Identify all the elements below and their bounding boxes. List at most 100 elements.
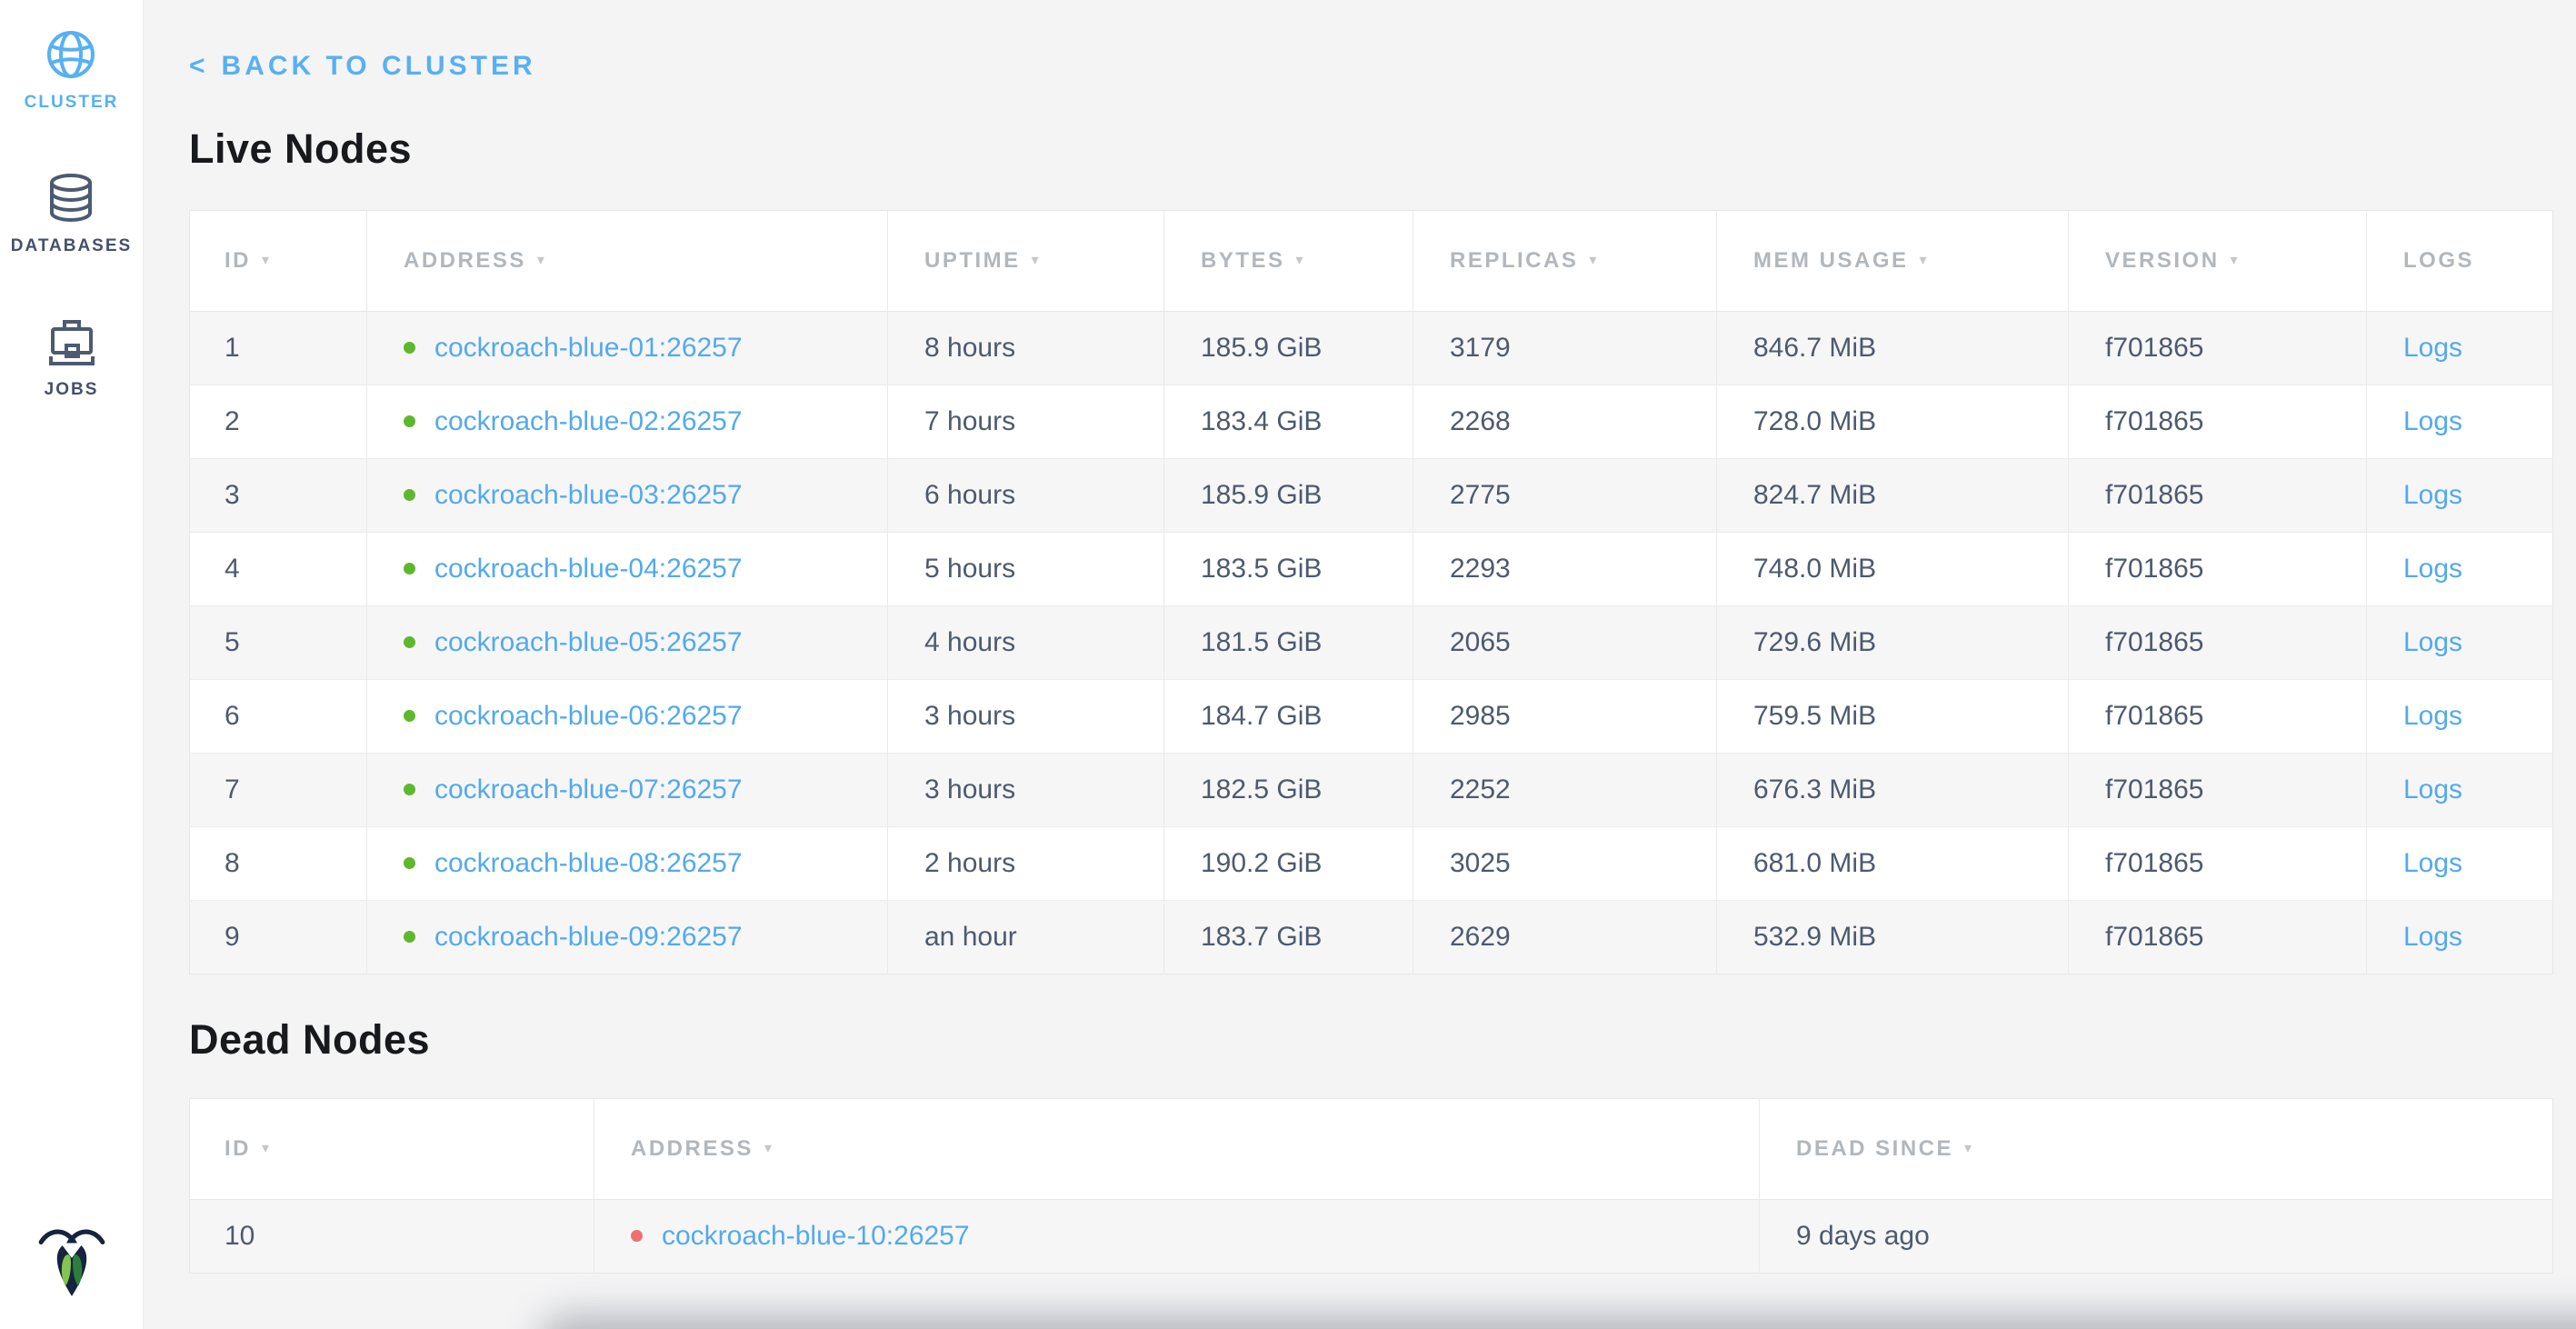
cell-id: 7 (190, 754, 367, 827)
node-address-link[interactable]: cockroach-blue-10:26257 (662, 1221, 970, 1251)
column-header-bytes[interactable]: BYTES▾ (1164, 211, 1413, 312)
cell-replicas: 2252 (1413, 754, 1717, 827)
cell-id: 1 (190, 312, 367, 385)
node-address-link[interactable]: cockroach-blue-04:26257 (434, 554, 743, 584)
column-header-address[interactable]: ADDRESS ▾ (594, 1099, 1760, 1200)
cell-replicas: 2629 (1413, 901, 1717, 974)
logs-link[interactable]: Logs (2403, 922, 2462, 952)
logs-link[interactable]: Logs (2403, 627, 2462, 657)
dead-nodes-table: ID▾ADDRESS▾DEAD SINCE▾ 10cockroach-blue-… (189, 1098, 2553, 1274)
live-nodes-table: ID▾ADDRESS▾UPTIME▾BYTES▾REPLICAS▾MEM USA… (189, 210, 2553, 974)
cell-replicas: 2268 (1413, 385, 1717, 459)
sidebar-item-label: CLUSTER (25, 93, 119, 113)
table-row: 1cockroach-blue-01:262578 hours185.9 GiB… (190, 312, 2553, 385)
cockroachdb-logo-icon[interactable] (35, 1225, 108, 1300)
cell-replicas: 2065 (1413, 606, 1717, 680)
column-header-dead_since[interactable]: DEAD SINCE▾ (1760, 1099, 2553, 1200)
back-link-label: BACK TO CLUSTER (222, 51, 536, 81)
cell-id: 8 (190, 827, 367, 901)
cell-bytes: 190.2 GiB (1164, 827, 1413, 901)
cell-dead_since: 9 days ago (1760, 1200, 2553, 1274)
sort-arrow-icon: ▾ (764, 1141, 774, 1156)
cell-bytes: 183.4 GiB (1164, 385, 1413, 459)
sidebar: CLUSTER DATABASES (0, 0, 144, 1329)
cell-replicas: 3025 (1413, 827, 1717, 901)
column-header-mem_usage[interactable]: MEM USAGE ▾ (1717, 211, 2069, 312)
logs-link[interactable]: Logs (2403, 774, 2462, 804)
back-to-cluster-link[interactable]: <BACK TO CLUSTER (189, 51, 536, 82)
cell-replicas: 2293 (1413, 533, 1717, 606)
sort-arrow-icon: ▾ (1032, 253, 1042, 268)
cell-address: cockroach-blue-07:26257 (367, 754, 888, 827)
sidebar-item-cluster[interactable]: CLUSTER (25, 27, 119, 113)
cell-mem_usage: 728.0 MiB (1717, 385, 2069, 459)
cell-version: f701865 (2069, 680, 2367, 754)
cell-address: cockroach-blue-10:26257 (594, 1200, 1760, 1274)
column-header-address[interactable]: ADDRESS▾ (367, 211, 888, 312)
logs-link[interactable]: Logs (2403, 406, 2462, 436)
cell-mem_usage: 846.7 MiB (1717, 312, 2069, 385)
sidebar-item-label: DATABASES (11, 236, 132, 256)
databases-icon (44, 171, 98, 225)
cell-id: 3 (190, 459, 367, 533)
node-status-dot (404, 563, 415, 575)
column-label: ADDRESS (631, 1136, 754, 1161)
cell-logs: Logs (2367, 827, 2553, 901)
cell-id: 10 (190, 1200, 594, 1274)
column-header-uptime[interactable]: UPTIME▾ (888, 211, 1164, 312)
cell-mem_usage: 532.9 MiB (1717, 901, 2069, 974)
node-address-link[interactable]: cockroach-blue-02:26257 (434, 406, 743, 436)
cell-bytes: 183.5 GiB (1164, 533, 1413, 606)
cell-uptime: 2 hours (888, 827, 1164, 901)
node-address-link[interactable]: cockroach-blue-01:26257 (434, 333, 743, 363)
table-row: 7cockroach-blue-07:262573 hours182.5 GiB… (190, 754, 2553, 827)
column-label: DEAD SINCE (1796, 1136, 1953, 1161)
sidebar-item-databases[interactable]: DATABASES (11, 171, 132, 256)
sort-arrow-icon: ▾ (1920, 253, 1930, 268)
cell-uptime: 3 hours (888, 680, 1164, 754)
table-row: 9cockroach-blue-09:26257an hour183.7 GiB… (190, 901, 2553, 974)
node-status-dot (404, 489, 415, 501)
cell-bytes: 182.5 GiB (1164, 754, 1413, 827)
node-address-link[interactable]: cockroach-blue-06:26257 (434, 701, 743, 731)
node-address-link[interactable]: cockroach-blue-09:26257 (434, 922, 743, 952)
column-header-id[interactable]: ID▾ (190, 211, 367, 312)
logs-link[interactable]: Logs (2403, 333, 2462, 363)
cell-version: f701865 (2069, 901, 2367, 974)
column-label: LOGS (2403, 248, 2474, 273)
node-status-dot (404, 784, 415, 795)
logs-link[interactable]: Logs (2403, 554, 2462, 584)
column-header-version[interactable]: VERSION▾ (2069, 211, 2367, 312)
column-header-id[interactable]: ID▾ (190, 1099, 594, 1200)
cell-bytes: 183.7 GiB (1164, 901, 1413, 974)
node-address-link[interactable]: cockroach-blue-05:26257 (434, 627, 743, 657)
cell-replicas: 2985 (1413, 680, 1717, 754)
sort-arrow-icon: ▾ (262, 253, 272, 268)
logs-link[interactable]: Logs (2403, 480, 2462, 510)
cell-mem_usage: 681.0 MiB (1717, 827, 2069, 901)
logs-link[interactable]: Logs (2403, 701, 2462, 731)
sidebar-item-label: JOBS (45, 380, 99, 400)
cockroachdb-admin-ui: CLUSTER DATABASES (0, 0, 2576, 1329)
jobs-icon (45, 315, 99, 369)
sort-arrow-icon: ▾ (262, 1141, 272, 1156)
cell-logs: Logs (2367, 901, 2553, 974)
cell-address: cockroach-blue-04:26257 (367, 533, 888, 606)
node-status-dot (404, 342, 415, 354)
node-address-link[interactable]: cockroach-blue-03:26257 (434, 480, 743, 510)
node-status-dot (404, 636, 415, 648)
logs-link[interactable]: Logs (2403, 848, 2462, 878)
column-label: MEM USAGE (1753, 248, 1909, 273)
cell-bytes: 184.7 GiB (1164, 680, 1413, 754)
column-header-replicas[interactable]: REPLICAS▾ (1413, 211, 1717, 312)
live-nodes-title: Live Nodes (189, 125, 2576, 173)
column-header-logs: LOGS (2367, 211, 2553, 312)
node-status-dot (404, 931, 415, 943)
dead-nodes-title: Dead Nodes (189, 1016, 2576, 1064)
cell-address: cockroach-blue-08:26257 (367, 827, 888, 901)
column-label: VERSION (2105, 248, 2220, 273)
cell-replicas: 2775 (1413, 459, 1717, 533)
node-address-link[interactable]: cockroach-blue-08:26257 (434, 848, 743, 878)
sidebar-item-jobs[interactable]: JOBS (45, 315, 99, 400)
node-address-link[interactable]: cockroach-blue-07:26257 (434, 774, 743, 804)
